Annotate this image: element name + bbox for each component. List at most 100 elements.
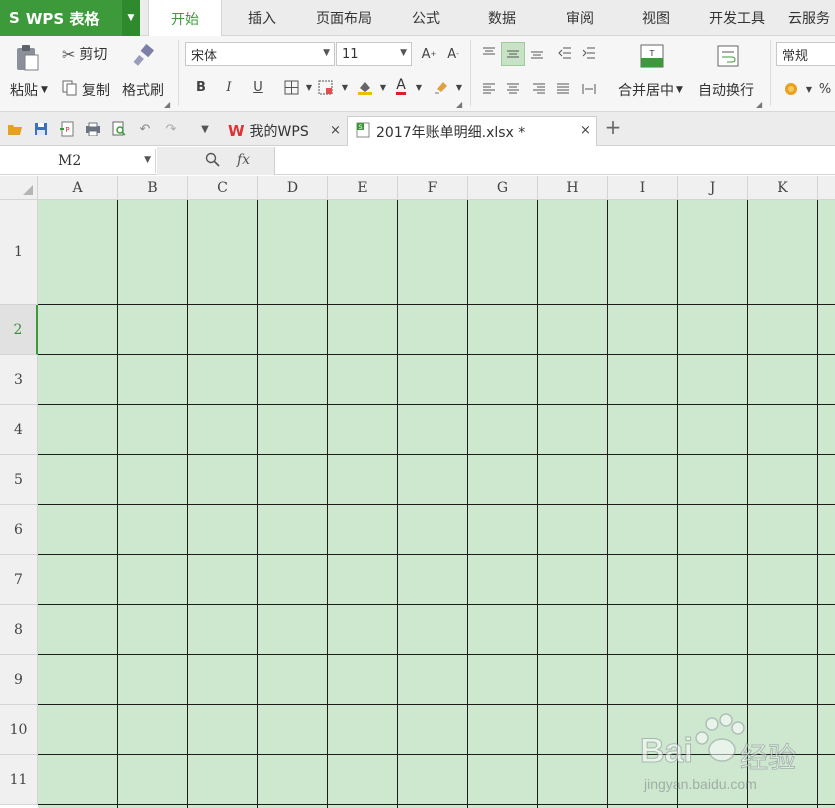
wrap-text-button[interactable]: 自动换行 bbox=[698, 80, 754, 100]
column-header-e[interactable]: E bbox=[328, 176, 398, 200]
row-header-9[interactable]: 9 bbox=[0, 655, 38, 705]
distributed-align-icon[interactable] bbox=[578, 78, 600, 100]
row-header-7[interactable]: 7 bbox=[0, 555, 38, 605]
font-name-select[interactable]: 宋体 ▼ bbox=[185, 42, 335, 66]
font-name-value: 宋体 bbox=[191, 48, 218, 64]
justify-icon[interactable] bbox=[552, 78, 574, 100]
align-bottom-icon[interactable] bbox=[526, 42, 548, 64]
bold-button[interactable]: B bbox=[190, 76, 212, 98]
save-icon[interactable] bbox=[32, 120, 50, 138]
percent-button[interactable]: % bbox=[814, 78, 835, 100]
tab-data[interactable]: 数据 bbox=[472, 0, 532, 36]
grid-line bbox=[38, 704, 835, 705]
grid-line bbox=[38, 654, 835, 655]
clipboard-launcher-icon[interactable]: ◢ bbox=[164, 100, 170, 109]
tab-page-layout[interactable]: 页面布局 bbox=[302, 0, 386, 36]
increase-font-icon[interactable]: A + bbox=[418, 43, 440, 65]
wps-logo-icon: S bbox=[9, 9, 20, 27]
column-header-k[interactable]: K bbox=[748, 176, 818, 200]
column-header-c[interactable]: C bbox=[188, 176, 258, 200]
export-pdf-icon[interactable]: P bbox=[58, 120, 76, 138]
column-header-g[interactable]: G bbox=[468, 176, 538, 200]
font-size-value: 11 bbox=[342, 46, 359, 62]
row-header-5[interactable]: 5 bbox=[0, 455, 38, 505]
open-folder-icon[interactable] bbox=[6, 120, 24, 138]
format-painter-button[interactable]: 格式刷 bbox=[122, 80, 164, 100]
tab-developer[interactable]: 开发工具 bbox=[700, 0, 774, 36]
row-header-1[interactable]: 1 bbox=[0, 200, 38, 305]
row-header-4[interactable]: 4 bbox=[0, 405, 38, 455]
tab-insert[interactable]: 插入 bbox=[232, 0, 292, 36]
column-header-b[interactable]: B bbox=[118, 176, 188, 200]
align-center-icon[interactable] bbox=[502, 78, 524, 100]
decrease-indent-icon[interactable] bbox=[554, 42, 576, 64]
tab-view[interactable]: 视图 bbox=[626, 0, 686, 36]
app-menu-dropdown-icon[interactable]: ▼ bbox=[122, 0, 140, 36]
number-format-select[interactable]: 常规 bbox=[776, 42, 835, 66]
column-header-i[interactable]: I bbox=[608, 176, 678, 200]
format-painter-icon[interactable] bbox=[132, 44, 156, 68]
column-header-j[interactable]: J bbox=[678, 176, 748, 200]
merge-center-icon[interactable]: T bbox=[640, 44, 664, 68]
close-icon[interactable]: × bbox=[580, 123, 591, 138]
app-name: WPS 表格 bbox=[25, 9, 100, 28]
chevron-down-icon: ▼ bbox=[400, 48, 407, 58]
print-preview-icon[interactable] bbox=[110, 120, 128, 138]
align-top-icon[interactable] bbox=[478, 42, 500, 64]
select-all-corner[interactable] bbox=[0, 176, 38, 200]
column-header-a[interactable]: A bbox=[38, 176, 118, 200]
fx-button[interactable]: fx bbox=[237, 152, 250, 168]
redo-icon[interactable]: ↷ bbox=[162, 120, 180, 138]
tab-formulas[interactable]: 公式 bbox=[396, 0, 456, 36]
zoom-search-icon[interactable] bbox=[205, 152, 220, 171]
tab-home[interactable]: 开始 bbox=[148, 0, 222, 37]
align-middle-icon[interactable] bbox=[501, 42, 525, 66]
chevron-down-icon: ▼ bbox=[144, 155, 151, 165]
row-header-6[interactable]: 6 bbox=[0, 505, 38, 555]
cell-style-icon[interactable] bbox=[314, 76, 336, 98]
paste-button[interactable]: 粘贴 ▼ bbox=[10, 80, 48, 100]
app-menu-button[interactable]: S WPS 表格 bbox=[0, 0, 122, 36]
row-header-8[interactable]: 8 bbox=[0, 605, 38, 655]
column-header-f[interactable]: F bbox=[398, 176, 468, 200]
row-header-11[interactable]: 11 bbox=[0, 755, 38, 805]
chevron-down-icon[interactable]: ▼ bbox=[408, 76, 430, 98]
font-size-select[interactable]: 11 ▼ bbox=[336, 42, 412, 66]
grid-line bbox=[38, 354, 835, 355]
font-launcher-icon[interactable]: ◢ bbox=[456, 100, 462, 109]
row-header-10[interactable]: 10 bbox=[0, 705, 38, 755]
doc-tab-my-wps[interactable]: W 我的WPS × bbox=[220, 116, 346, 146]
formula-tools: fx bbox=[157, 147, 275, 175]
print-icon[interactable] bbox=[84, 120, 102, 138]
chevron-down-icon: ▼ bbox=[323, 48, 330, 58]
tab-review[interactable]: 审阅 bbox=[550, 0, 610, 36]
formula-input[interactable] bbox=[276, 149, 835, 173]
column-header-h[interactable]: H bbox=[538, 176, 608, 200]
decrease-font-icon[interactable]: A- bbox=[442, 43, 464, 65]
italic-button[interactable]: I bbox=[218, 76, 240, 98]
new-tab-icon[interactable]: + bbox=[604, 115, 622, 139]
tab-cloud-service[interactable]: 云服务 bbox=[788, 0, 835, 36]
chevron-down-icon[interactable]: ▼ bbox=[334, 76, 356, 98]
wrap-text-icon[interactable] bbox=[716, 44, 740, 68]
paste-icon[interactable] bbox=[14, 44, 44, 72]
merge-center-button[interactable]: 合并居中 ▼ bbox=[618, 80, 683, 100]
alignment-launcher-icon[interactable]: ◢ bbox=[756, 100, 762, 109]
row-header-3[interactable]: 3 bbox=[0, 355, 38, 405]
column-header-partial[interactable] bbox=[818, 176, 835, 200]
doc-tab-active[interactable]: S 2017年账单明细.xlsx * × bbox=[347, 116, 597, 146]
customize-toolbar-icon[interactable]: ▼ bbox=[196, 120, 214, 138]
name-box[interactable]: M2 ▼ bbox=[0, 149, 156, 173]
cut-button[interactable]: ✂ 剪切 bbox=[62, 44, 107, 64]
row-header-2[interactable]: 2 bbox=[0, 305, 38, 355]
chevron-down-icon[interactable]: ▼ bbox=[448, 76, 470, 98]
close-icon[interactable]: × bbox=[330, 123, 341, 138]
column-header-d[interactable]: D bbox=[258, 176, 328, 200]
align-right-icon[interactable] bbox=[528, 78, 550, 100]
undo-icon[interactable]: ↶ bbox=[136, 120, 154, 138]
increase-indent-icon[interactable] bbox=[578, 42, 600, 64]
svg-text:S: S bbox=[359, 124, 363, 131]
align-left-icon[interactable] bbox=[478, 78, 500, 100]
underline-button[interactable]: U bbox=[247, 76, 269, 98]
copy-button[interactable]: 复制 bbox=[62, 80, 110, 100]
